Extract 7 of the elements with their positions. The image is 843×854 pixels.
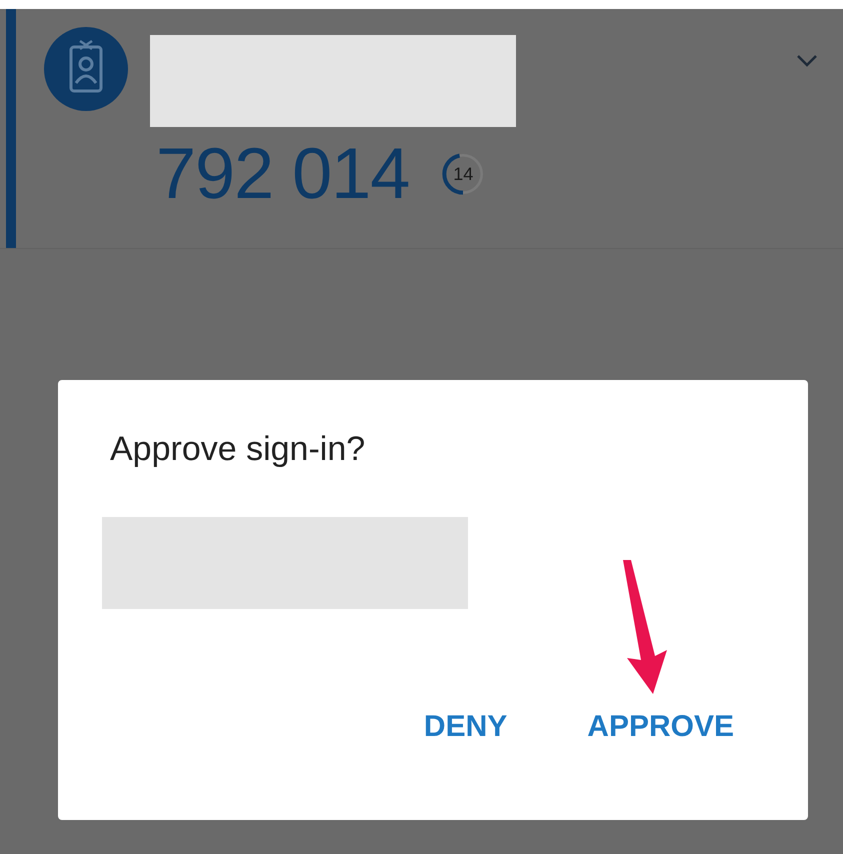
approve-button[interactable]: APPROVE [583,704,738,750]
id-badge-icon [44,27,128,111]
verification-code: 792 014 [156,133,410,215]
deny-button[interactable]: DENY [420,704,512,750]
chevron-icon[interactable] [795,53,819,67]
dialog-title: Approve sign-in? [110,430,366,469]
account-card[interactable]: 792 014 14 [0,9,843,249]
